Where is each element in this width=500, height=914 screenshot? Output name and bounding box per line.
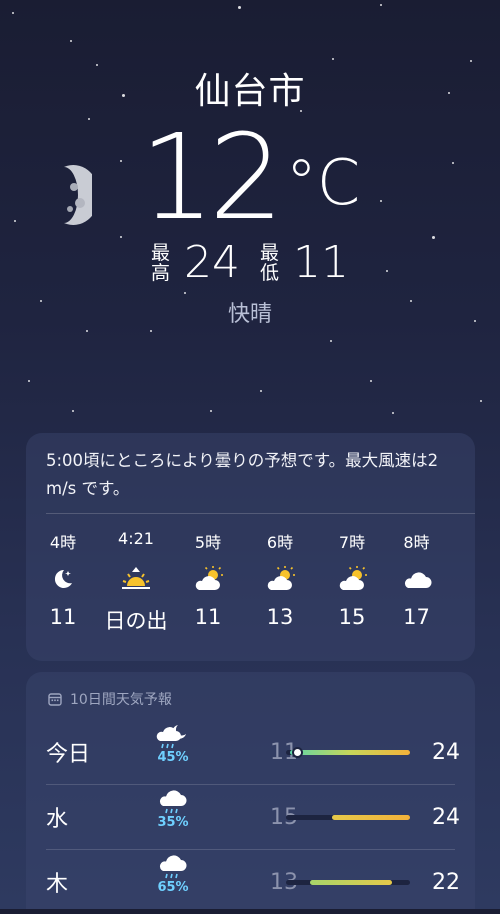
high-temp: 22 [432,869,460,895]
high-label-1: 最 [150,242,170,264]
hour-item: 4:21 日の出 [100,529,172,635]
hour-temp: 17 [403,605,430,629]
partly-cloudy-icon [244,553,316,605]
hour-time: 7時 [338,533,366,552]
partly-cloudy-icon [316,553,388,605]
hour-time: 4:21 [118,529,154,548]
location-header: 仙台市 [0,62,500,114]
range-fill [290,750,410,755]
partly-cloudy-icon [172,553,244,605]
temperature-value: 12 [139,108,284,246]
hour-time: 5時 [194,533,222,552]
hour-time: 8時 [403,533,430,552]
divider [46,513,475,514]
high-label: 最 高 [151,243,170,283]
rain-cloud-icon: 65% [148,854,198,895]
rain-cloud-icon: 35% [148,789,198,830]
high-temp: 24 [432,739,460,765]
calendar-icon [48,693,62,706]
hour-time: 4時 [49,533,77,552]
high-label-2: 高 [150,262,170,284]
temperature-range-bar [286,815,410,820]
ten-day-forecast-card[interactable]: 10日間天気予報 今日 45% 11 24 水 35% 15 24 木 65% … [26,672,475,909]
hour-temp: 13 [266,605,294,629]
day-label: 木 [46,872,69,897]
hour-item: 7時 15 [316,529,388,635]
low-value: 11 [293,237,350,288]
high-value: 24 [184,237,240,288]
current-temp-dot [294,749,301,756]
ten-day-title: 10日間天気予報 [70,692,172,708]
day-label: 水 [46,807,69,832]
forecast-row[interactable]: 水 35% 15 24 [26,785,475,849]
hour-temp: 11 [49,605,77,629]
range-fill [310,880,392,885]
hour-item: 4時 11 [26,529,100,635]
sunrise-icon [100,553,172,605]
hour-item: 5時 11 [172,529,244,635]
temperature-unit: °C [285,146,361,219]
forecast-row[interactable]: 木 65% 13 22 [26,850,475,914]
moon-stars-icon [26,553,100,605]
forecast-row[interactable]: 今日 45% 11 24 [26,720,475,784]
precipitation-chance: 45% [157,750,189,765]
rain-moon-icon: 45% [148,724,198,765]
current-temperature: 12 °C [0,118,500,236]
hour-temp: 日の出 [104,609,168,633]
forecast-summary: 5:00頃にところにより曇りの予想です。最大風速は2 m/s です。 [46,451,439,498]
hourly-forecast-card[interactable]: 5:00頃にところにより曇りの予想です。最大風速は2 m/s です。 4時 11… [26,433,475,661]
hour-temp: 15 [338,605,366,629]
precipitation-chance: 35% [157,815,189,830]
condition-text: 快晴 [227,302,272,327]
high-low: 最 高 24 最 低 11 [0,240,500,286]
day-label: 今日 [46,742,91,767]
low-label-1: 最 [260,242,280,264]
hour-time: 6時 [266,533,294,552]
hour-temp: 11 [194,605,222,629]
hourly-strip[interactable]: 4時 11 4:21 日の出 5時 11 6時 13 7時 15 8時 17 [26,529,475,635]
high-temp: 24 [432,804,460,830]
precipitation-chance: 65% [157,880,189,895]
range-fill [332,815,410,820]
hour-item: 6時 13 [244,529,316,635]
cloud-icon [388,553,445,605]
ten-day-header: 10日間天気予報 [26,672,475,712]
temperature-range-bar [286,749,410,756]
low-label-2: 低 [260,262,280,284]
temperature-range-bar [286,880,410,885]
city-name: 仙台市 [194,71,306,112]
hour-item: 8時 17 [388,529,445,635]
low-label: 最 低 [260,243,279,283]
